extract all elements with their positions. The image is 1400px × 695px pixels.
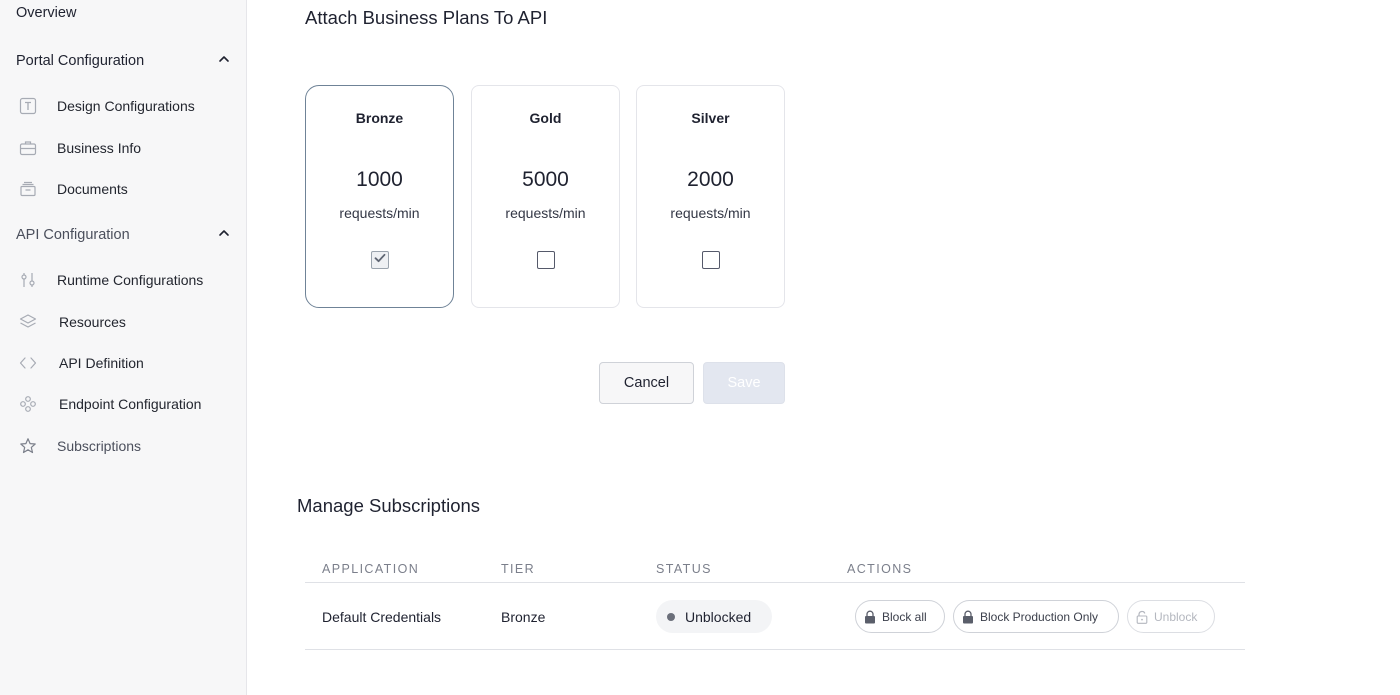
- sidebar-item-runtime-configurations[interactable]: Runtime Configurations: [18, 268, 238, 292]
- section-title: Manage Subscriptions: [297, 495, 481, 516]
- plan-quota: 2000: [687, 168, 734, 191]
- plan-card-gold[interactable]: Gold 5000 requests/min: [471, 85, 620, 308]
- sidebar-item-api-definition[interactable]: API Definition: [18, 351, 238, 375]
- star-icon: [18, 436, 38, 456]
- plan-quota: 5000: [522, 168, 569, 191]
- header-divider: [305, 582, 1245, 583]
- plan-name: Silver: [691, 110, 730, 126]
- endpoint-icon: [18, 394, 38, 414]
- portal-configuration-section[interactable]: Portal Configuration: [16, 53, 230, 69]
- api-configuration-section[interactable]: API Configuration: [16, 227, 230, 243]
- archive-icon: [18, 179, 38, 199]
- status-badge: Unblocked: [656, 600, 772, 633]
- chevron-up-icon: [218, 227, 230, 243]
- status-text: Unblocked: [685, 608, 752, 625]
- sliders-icon: [18, 270, 38, 290]
- sidebar-item-label: Design Configurations: [57, 98, 195, 114]
- cell-tier: Bronze: [501, 609, 546, 625]
- checkmark-icon: [373, 251, 387, 270]
- sidebar-item-overview[interactable]: Overview: [16, 5, 76, 21]
- sidebar-item-endpoint-configuration[interactable]: Endpoint Configuration: [18, 392, 238, 416]
- save-button[interactable]: Save: [703, 362, 785, 404]
- plan-unit: requests/min: [670, 205, 751, 221]
- plan-checkbox[interactable]: [701, 251, 720, 269]
- sidebar-item-label: Resources: [59, 314, 126, 330]
- status-dot-icon: [667, 612, 675, 621]
- briefcase-icon: [18, 138, 38, 158]
- column-header-tier: TIER: [501, 562, 536, 576]
- page-title: Attach Business Plans To API: [305, 7, 548, 28]
- sidebar-item-label: Business Info: [57, 140, 142, 156]
- plan-card-silver[interactable]: Silver 2000 requests/min: [636, 85, 785, 308]
- plan-unit: requests/min: [505, 205, 586, 221]
- sidebar-item-resources[interactable]: Resources: [18, 310, 238, 334]
- sidebar-item-label: Documents: [57, 181, 128, 197]
- block-all-button[interactable]: Block all: [855, 600, 945, 633]
- cell-application: Default Credentials: [322, 609, 442, 625]
- plan-name: Gold: [529, 110, 562, 126]
- sidebar-item-label: Runtime Configurations: [57, 272, 204, 288]
- code-icon: [18, 353, 38, 373]
- sidebar-item-design-configurations[interactable]: Design Configurations: [18, 94, 238, 118]
- layers-icon: [18, 312, 38, 332]
- unblock-button[interactable]: Unblock: [1127, 600, 1215, 633]
- sidebar-item-documents[interactable]: Documents: [18, 177, 238, 201]
- column-header-actions: ACTIONS: [847, 562, 913, 576]
- block-production-only-label: Block Production Only: [980, 609, 1099, 624]
- plan-name: Bronze: [355, 110, 404, 126]
- block-all-label: Block all: [882, 609, 927, 624]
- sidebar-item-business-info[interactable]: Business Info: [18, 136, 238, 160]
- sidebar-item-label: API Definition: [59, 355, 144, 371]
- text-box-icon: [18, 96, 38, 116]
- lock-icon: [864, 610, 876, 624]
- column-header-application: APPLICATION: [322, 562, 420, 576]
- plan-card-bronze[interactable]: Bronze 1000 requests/min: [305, 85, 454, 308]
- plan-checkbox[interactable]: [536, 251, 555, 269]
- row-divider: [305, 649, 1245, 650]
- unblock-label: Unblock: [1154, 609, 1198, 624]
- plan-unit: requests/min: [339, 205, 420, 221]
- chevron-up-icon: [218, 53, 230, 69]
- lock-icon: [962, 610, 974, 624]
- unlock-icon: [1136, 610, 1148, 624]
- sidebar: Overview Portal Configuration Design Con…: [0, 0, 247, 695]
- plan-quota: 1000: [356, 168, 403, 191]
- sidebar-item-label: Endpoint Configuration: [59, 396, 202, 412]
- cancel-button[interactable]: Cancel: [599, 362, 694, 404]
- block-production-only-button[interactable]: Block Production Only: [953, 600, 1119, 633]
- sidebar-item-subscriptions[interactable]: Subscriptions: [18, 434, 238, 458]
- portal-configuration-label: Portal Configuration: [16, 53, 145, 69]
- column-header-status: STATUS: [656, 562, 712, 576]
- api-configuration-label: API Configuration: [16, 227, 130, 243]
- sidebar-item-label: Subscriptions: [57, 438, 142, 454]
- plan-checkbox[interactable]: [370, 251, 389, 270]
